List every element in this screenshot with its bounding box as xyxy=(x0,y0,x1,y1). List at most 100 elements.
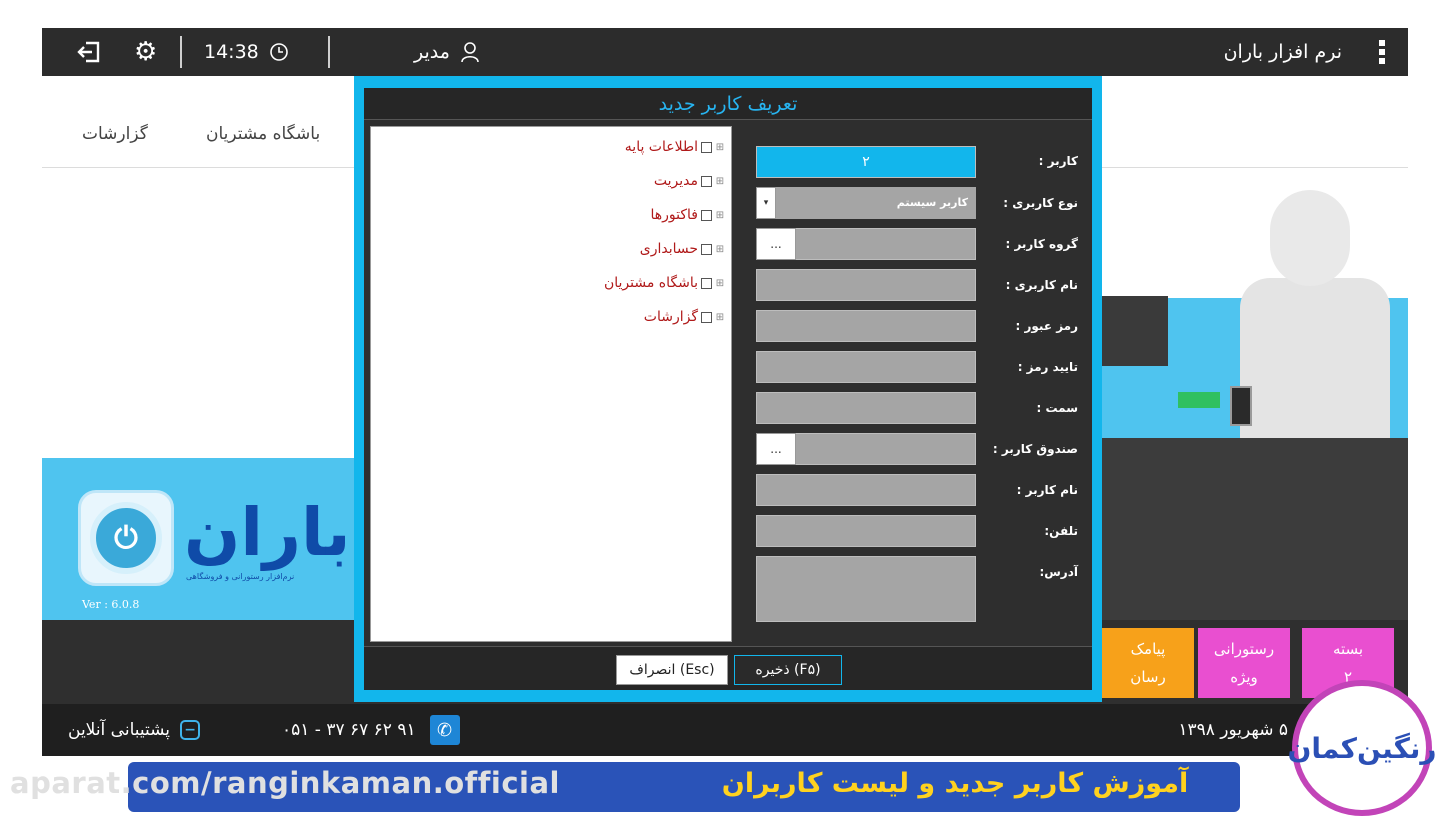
tile-label: ویژه xyxy=(1230,668,1258,686)
address-label: آدرس: xyxy=(1039,565,1078,579)
tree-item-reports[interactable]: ⊞ گزارشات xyxy=(644,307,725,327)
tile-sms-sender[interactable]: پیامک رسان xyxy=(1102,628,1194,698)
cancel-button[interactable]: انصراف (Esc) xyxy=(616,655,728,685)
online-support-label: پشتیبانی آنلاین xyxy=(68,720,171,740)
logout-icon xyxy=(77,41,100,63)
username-label: نام کاربری : xyxy=(1005,278,1078,292)
tree-checkbox[interactable] xyxy=(701,175,712,187)
username-field[interactable] xyxy=(756,269,976,301)
brand-tagline: نرم‌افزار رستورانی و فروشگاهی xyxy=(186,572,295,581)
kebab-menu-icon xyxy=(1379,40,1385,64)
minus-circle-icon: − xyxy=(180,720,201,740)
save-button[interactable]: ذخیره (F۵) xyxy=(734,655,842,685)
user-group-browse-button[interactable]: ... xyxy=(756,228,796,260)
watermark-url: aparat.com/ranginkaman.official xyxy=(10,766,560,800)
phone-number: ۰۵۱ - ۳۷ ۶۷ ۶۲ ۹۱ xyxy=(282,720,416,740)
dialog-title: تعریف کاربر جدید xyxy=(364,88,1092,120)
topbar-divider xyxy=(180,36,182,68)
settings-button[interactable]: ⚙ xyxy=(134,28,157,76)
tree-item-label: حسابداری xyxy=(639,241,698,257)
tree-item-label: مدیریت xyxy=(653,173,698,189)
left-content-area xyxy=(42,168,354,458)
clock-icon xyxy=(269,43,288,61)
tree-checkbox[interactable] xyxy=(701,141,712,153)
current-user-name: مدیر xyxy=(414,41,450,63)
tree-item-label: گزارشات xyxy=(643,309,698,325)
tile-label: رستورانی xyxy=(1213,640,1275,658)
cashbox-label: صندوق کاربر : xyxy=(992,442,1078,456)
position-field[interactable] xyxy=(756,392,976,424)
tree-item-label: باشگاه مشتریان xyxy=(603,275,698,291)
tree-item-basic-info[interactable]: ⊞ اطلاعات پایه xyxy=(625,137,725,157)
counter-shape xyxy=(1102,438,1408,620)
fullname-field[interactable] xyxy=(756,474,976,506)
current-user[interactable]: مدیر xyxy=(414,28,480,76)
status-bar: − پشتیبانی آنلاین ۰۵۱ - ۳۷ ۶۷ ۶۲ ۹۱ ✆ ۵ … xyxy=(42,704,1408,756)
power-logo: ⏻ xyxy=(78,490,174,586)
tile-label: پیامک xyxy=(1130,640,1166,658)
clock-display: 14:38 xyxy=(204,28,289,76)
tree-item-management[interactable]: ⊞ مدیریت xyxy=(654,171,725,191)
user-group-label: گروه کاربر : xyxy=(1005,237,1078,251)
phone-field[interactable] xyxy=(756,515,976,547)
expand-icon[interactable]: ⊞ xyxy=(715,312,725,323)
current-date: ۵ شهریور ۱۳۹۸ xyxy=(1178,720,1288,740)
expand-icon[interactable]: ⊞ xyxy=(715,244,725,255)
expand-icon[interactable]: ⊞ xyxy=(715,142,725,153)
gear-icon: ⚙ xyxy=(134,37,158,67)
tree-item-label: اطلاعات پایه xyxy=(624,139,698,155)
app-title: نرم افزار باران xyxy=(1223,41,1342,63)
expand-icon[interactable]: ⊞ xyxy=(715,278,725,289)
frame-top xyxy=(0,0,1440,28)
user-code-label: کاربر : xyxy=(1038,154,1078,168)
tree-checkbox[interactable] xyxy=(701,243,712,255)
tree-checkbox[interactable] xyxy=(701,277,712,289)
ranginkaman-logo: رنگین‌کمان xyxy=(1288,680,1437,816)
menu-reports[interactable]: گزارشات xyxy=(82,124,148,144)
tile-restaurant-special[interactable]: رستورانی ویژه xyxy=(1198,628,1290,698)
tree-item-customer-club[interactable]: ⊞ باشگاه مشتریان xyxy=(604,273,725,293)
confirm-password-field[interactable] xyxy=(756,351,976,383)
main-menu-button[interactable] xyxy=(1378,28,1386,76)
expand-icon[interactable]: ⊞ xyxy=(715,210,725,221)
tree-item-invoices[interactable]: ⊞ فاکتورها xyxy=(651,205,726,225)
user-type-label: نوع کاربری : xyxy=(1003,196,1078,210)
tree-checkbox[interactable] xyxy=(701,311,712,323)
ranginkaman-logo-text: رنگین‌کمان xyxy=(1287,731,1437,765)
address-field[interactable] xyxy=(756,556,976,622)
permissions-tree: ⊞ اطلاعات پایه ⊞ مدیریت ⊞ فاکتورها ⊞ حسا… xyxy=(370,126,732,642)
password-label: رمز عبور : xyxy=(1015,319,1078,333)
user-type-dropdown-button[interactable]: ▾ xyxy=(756,187,776,219)
expand-icon[interactable]: ⊞ xyxy=(715,176,725,187)
tree-item-accounting[interactable]: ⊞ حسابداری xyxy=(640,239,725,259)
tile-label: رسان xyxy=(1130,668,1166,686)
card-reader-shape xyxy=(1230,386,1252,426)
position-label: سمت : xyxy=(1036,401,1078,415)
logout-button[interactable] xyxy=(76,28,102,76)
tree-checkbox[interactable] xyxy=(701,209,712,221)
dialog-footer: ذخیره (F۵) انصراف (Esc) xyxy=(364,646,1092,690)
tile-label: بسته xyxy=(1332,640,1364,658)
person-head xyxy=(1270,190,1350,286)
user-icon xyxy=(461,42,479,63)
confirm-password-label: تایید رمز : xyxy=(1017,360,1078,374)
password-field[interactable] xyxy=(756,310,976,342)
cash-register-shape xyxy=(1178,392,1220,408)
phone-icon: ✆ xyxy=(429,715,460,745)
cashbox-browse-button[interactable]: ... xyxy=(756,433,796,465)
app-top-bar: ⚙ 14:38 مدیر نرم افزار باران xyxy=(42,28,1408,76)
monitor-shape xyxy=(1102,296,1168,366)
user-code-field[interactable]: ۲ xyxy=(756,146,976,178)
version-label: Ver : 6.0.8 xyxy=(82,598,140,611)
power-icon: ⏻ xyxy=(90,502,162,574)
brand-logo: باران xyxy=(184,494,353,571)
user-type-select[interactable]: کاربر سیستم xyxy=(776,187,976,219)
menu-customer-club[interactable]: باشگاه مشتریان xyxy=(206,124,320,144)
tree-item-label: فاکتورها xyxy=(650,207,699,223)
clock-time: 14:38 xyxy=(204,41,259,63)
cashier-illustration xyxy=(1102,168,1408,620)
online-support[interactable]: − پشتیبانی آنلاین xyxy=(68,704,201,756)
dropdown-arrow-icon: ▾ xyxy=(763,198,769,208)
new-user-dialog: تعریف کاربر جدید ⊞ اطلاعات پایه ⊞ مدیریت… xyxy=(364,88,1092,690)
phone-label: تلفن: xyxy=(1044,524,1078,538)
